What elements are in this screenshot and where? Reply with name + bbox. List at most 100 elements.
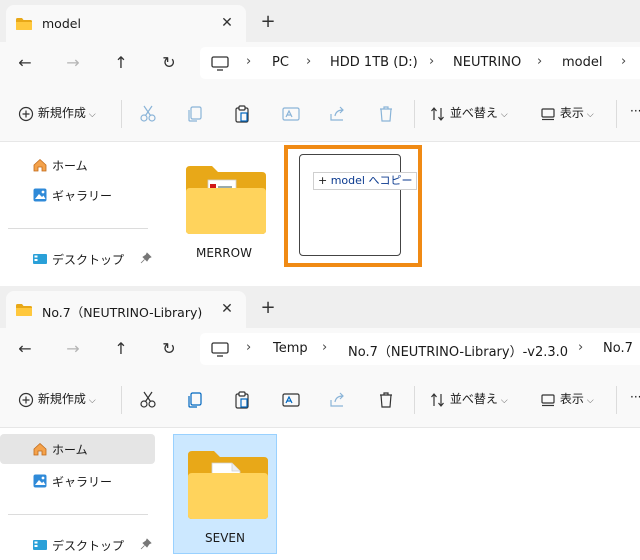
chevron-right-icon: › bbox=[322, 340, 328, 355]
paste-icon[interactable] bbox=[232, 104, 252, 124]
refresh-icon[interactable]: ↻ bbox=[158, 338, 180, 360]
copy-icon[interactable] bbox=[185, 390, 205, 410]
breadcrumb-item[interactable]: No.7 bbox=[603, 341, 633, 356]
sort-button[interactable]: 並べ替え ⌵ bbox=[430, 104, 508, 124]
delete-icon[interactable] bbox=[376, 104, 396, 124]
chevron-right-icon: › bbox=[306, 54, 312, 69]
nav-item-gallery[interactable]: ギャラリー bbox=[0, 180, 155, 210]
toolbar-divider bbox=[121, 386, 122, 414]
new-button[interactable]: 新規作成 ⌵ bbox=[18, 390, 96, 410]
tab-title: model bbox=[42, 16, 81, 31]
command-bar: 新規作成⌵ 並べ替え⌵ 表示⌵ ··· bbox=[0, 370, 640, 428]
explorer-window-model: model ✕ + ← → ↑ ↻ › PC › HDD 1TB (D:) › … bbox=[0, 0, 640, 286]
up-icon[interactable]: ↑ bbox=[110, 52, 132, 74]
add-circle-icon bbox=[18, 106, 34, 121]
toolbar-divider bbox=[414, 100, 415, 128]
nav-label: デスクトップ bbox=[52, 539, 125, 553]
copy-icon[interactable] bbox=[185, 104, 205, 124]
toolbar-divider bbox=[414, 386, 415, 414]
refresh-icon[interactable]: ↻ bbox=[158, 52, 180, 74]
folder-icon bbox=[15, 303, 33, 317]
sort-button[interactable]: 並べ替え ⌵ bbox=[430, 390, 508, 410]
computer-icon bbox=[211, 56, 229, 71]
nav-label: ギャラリー bbox=[52, 189, 113, 203]
gallery-icon bbox=[33, 188, 47, 202]
chevron-right-icon: › bbox=[429, 54, 435, 69]
nav-label: デスクトップ bbox=[52, 253, 125, 267]
plus-icon: + bbox=[318, 174, 328, 187]
breadcrumb-item[interactable]: No.7（NEUTRINO-Library）-v2.3.0 bbox=[348, 341, 568, 360]
chevron-right-icon: › bbox=[537, 54, 543, 69]
pin-icon[interactable] bbox=[140, 252, 152, 264]
folder-item-seven[interactable]: SEVEN bbox=[173, 434, 277, 554]
toolbar-divider bbox=[121, 100, 122, 128]
file-list: SEVEN bbox=[158, 428, 640, 560]
nav-item-home[interactable]: ホーム bbox=[0, 150, 155, 180]
rename-icon[interactable] bbox=[281, 104, 301, 124]
folder-name: MERROW bbox=[196, 246, 252, 260]
forward-icon[interactable]: → bbox=[62, 52, 84, 74]
view-button[interactable]: 表示 ⌵ bbox=[540, 104, 594, 124]
toolbar-divider bbox=[616, 386, 617, 414]
more-options-button[interactable]: ··· bbox=[630, 390, 640, 410]
up-icon[interactable]: ↑ bbox=[110, 338, 132, 360]
drag-copy-tooltip: + model へコピー bbox=[313, 172, 418, 190]
breadcrumb-item[interactable]: NEUTRINO bbox=[453, 55, 521, 70]
desktop-icon bbox=[33, 254, 47, 264]
rename-icon[interactable] bbox=[281, 390, 301, 410]
share-icon[interactable] bbox=[328, 390, 348, 410]
sort-button-label: 並べ替え bbox=[449, 392, 498, 406]
close-tab-icon[interactable]: ✕ bbox=[217, 299, 237, 319]
delete-icon[interactable] bbox=[376, 390, 396, 410]
chevron-right-icon: › bbox=[578, 340, 584, 355]
nav-item-home[interactable]: ホーム bbox=[0, 434, 155, 464]
cut-icon[interactable] bbox=[138, 104, 158, 124]
toolbar-divider bbox=[616, 100, 617, 128]
breadcrumb[interactable]: › PC › HDD 1TB (D:) › NEUTRINO › model › bbox=[200, 47, 640, 79]
breadcrumb-item[interactable]: PC bbox=[272, 55, 289, 70]
folder-icon bbox=[188, 451, 268, 519]
nav-item-desktop[interactable]: デスクトップ bbox=[0, 244, 155, 274]
nav-divider bbox=[8, 228, 148, 229]
view-button[interactable]: 表示 ⌵ bbox=[540, 390, 594, 410]
folder-item-merrow[interactable]: MERROW bbox=[172, 150, 276, 270]
gallery-icon bbox=[33, 474, 47, 488]
sort-button-label: 並べ替え bbox=[449, 106, 498, 120]
chevron-right-icon: › bbox=[246, 340, 252, 355]
chevron-right-icon: › bbox=[621, 54, 627, 69]
new-tab-icon[interactable]: + bbox=[258, 12, 278, 32]
paste-icon[interactable] bbox=[232, 390, 252, 410]
new-button-label: 新規作成 bbox=[37, 392, 86, 406]
sort-icon bbox=[431, 106, 444, 121]
breadcrumb-item[interactable]: model bbox=[562, 55, 602, 70]
new-button-label: 新規作成 bbox=[37, 106, 86, 120]
folder-name: SEVEN bbox=[205, 531, 245, 545]
back-icon[interactable]: ← bbox=[14, 338, 36, 360]
breadcrumb[interactable]: › Temp › No.7（NEUTRINO-Library）-v2.3.0 ›… bbox=[200, 333, 640, 365]
tab-bar: model ✕ + bbox=[0, 0, 640, 42]
home-icon bbox=[33, 442, 47, 456]
more-options-button[interactable]: ··· bbox=[630, 104, 640, 124]
nav-item-desktop[interactable]: デスクトップ bbox=[0, 530, 155, 560]
breadcrumb-item[interactable]: HDD 1TB (D:) bbox=[330, 55, 418, 70]
share-icon[interactable] bbox=[328, 104, 348, 124]
cut-icon[interactable] bbox=[138, 390, 158, 410]
navigation-pane: ホーム ギャラリー デスクトップ bbox=[0, 428, 158, 560]
view-icon bbox=[541, 107, 555, 120]
folder-icon bbox=[186, 166, 266, 234]
back-icon[interactable]: ← bbox=[14, 52, 36, 74]
close-tab-icon[interactable]: ✕ bbox=[217, 13, 237, 33]
forward-icon[interactable]: → bbox=[62, 338, 84, 360]
new-tab-icon[interactable]: + bbox=[258, 298, 278, 318]
tab-no7[interactable]: No.7（NEUTRINO-Library) ✕ bbox=[6, 291, 246, 328]
pin-icon[interactable] bbox=[140, 538, 152, 550]
view-button-label: 表示 bbox=[559, 106, 584, 120]
address-bar: ← → ↑ ↻ › PC › HDD 1TB (D:) › NEUTRINO ›… bbox=[0, 42, 640, 84]
tab-model[interactable]: model ✕ bbox=[6, 5, 246, 42]
new-button[interactable]: 新規作成 ⌵ bbox=[18, 104, 96, 124]
nav-divider bbox=[8, 514, 148, 515]
nav-item-gallery[interactable]: ギャラリー bbox=[0, 466, 155, 496]
nav-label: ギャラリー bbox=[52, 475, 113, 489]
desktop-icon bbox=[33, 540, 47, 550]
breadcrumb-item[interactable]: Temp bbox=[273, 341, 308, 356]
